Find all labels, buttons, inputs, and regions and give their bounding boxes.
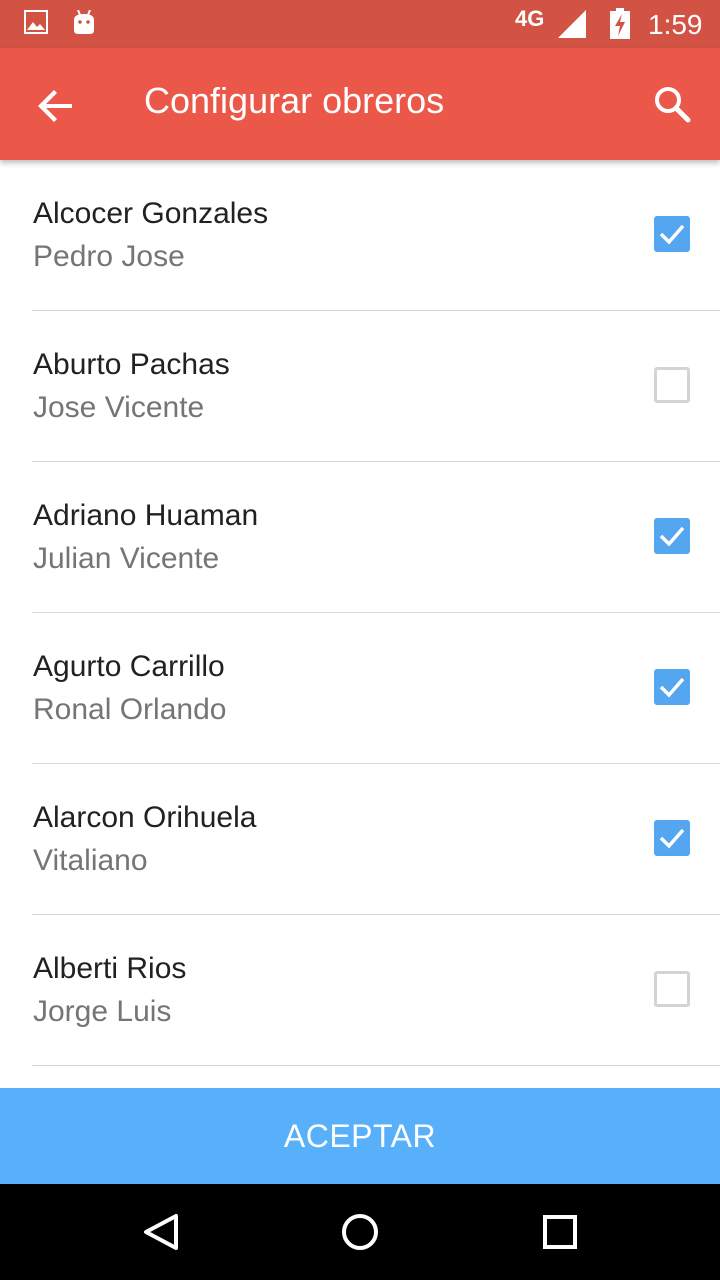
android-icon (72, 9, 96, 41)
battery-charging-icon (609, 8, 631, 45)
worker-given-name: Vitaliano (33, 844, 148, 877)
checkmark-icon (659, 677, 685, 698)
clock: 1:59 (648, 9, 703, 40)
worker-given-name: Jose Vicente (33, 391, 205, 424)
worker-given-name: Ronal Orlando (33, 693, 227, 726)
search-icon[interactable] (648, 80, 696, 128)
list-item[interactable]: Agurto Carrillo Ronal Orlando (0, 613, 720, 764)
arrow-back-icon[interactable] (32, 82, 80, 130)
status-bar: 4G 1:59 (0, 0, 720, 48)
worker-surname: Alarcon Orihuela (33, 801, 257, 834)
worker-list: Alcocer Gonzales Pedro Jose Aburto Pacha… (0, 160, 720, 1088)
app-bar: Configurar obreros (0, 48, 720, 160)
worker-checkbox[interactable] (654, 216, 690, 252)
worker-checkbox[interactable] (654, 367, 690, 403)
divider (32, 1065, 720, 1066)
worker-checkbox[interactable] (654, 518, 690, 554)
list-item[interactable]: Aburto Pachas Jose Vicente (0, 311, 720, 462)
checkmark-icon (659, 828, 685, 849)
list-item[interactable]: Adriano Huaman Julian Vicente (0, 462, 720, 613)
worker-given-name: Jorge Luis (33, 995, 172, 1028)
worker-checkbox[interactable] (654, 820, 690, 856)
back-triangle-icon[interactable] (136, 1208, 184, 1256)
checkmark-icon (659, 526, 685, 547)
accept-button[interactable]: ACEPTAR (0, 1088, 720, 1184)
list-item[interactable]: Alarcon Orihuela Vitaliano (0, 764, 720, 915)
image-icon (24, 10, 48, 39)
navigation-bar (0, 1184, 720, 1280)
worker-checkbox[interactable] (654, 971, 690, 1007)
worker-surname: Agurto Carrillo (33, 650, 225, 683)
list-item[interactable]: Alberti Rios Jorge Luis (0, 915, 720, 1066)
checkmark-icon (659, 224, 685, 245)
worker-checkbox[interactable] (654, 669, 690, 705)
worker-surname: Adriano Huaman (33, 499, 259, 532)
worker-surname: Alberti Rios (33, 952, 187, 985)
signal-icon (556, 8, 588, 45)
home-circle-icon[interactable] (336, 1208, 384, 1256)
worker-surname: Aburto Pachas (33, 348, 230, 381)
worker-surname: Alcocer Gonzales (33, 197, 269, 230)
list-item[interactable]: Alcocer Gonzales Pedro Jose (0, 160, 720, 311)
worker-given-name: Julian Vicente (33, 542, 220, 575)
recents-square-icon[interactable] (536, 1208, 584, 1256)
page-title: Configurar obreros (144, 80, 445, 121)
network-type: 4G (515, 6, 545, 31)
worker-given-name: Pedro Jose (33, 240, 185, 273)
